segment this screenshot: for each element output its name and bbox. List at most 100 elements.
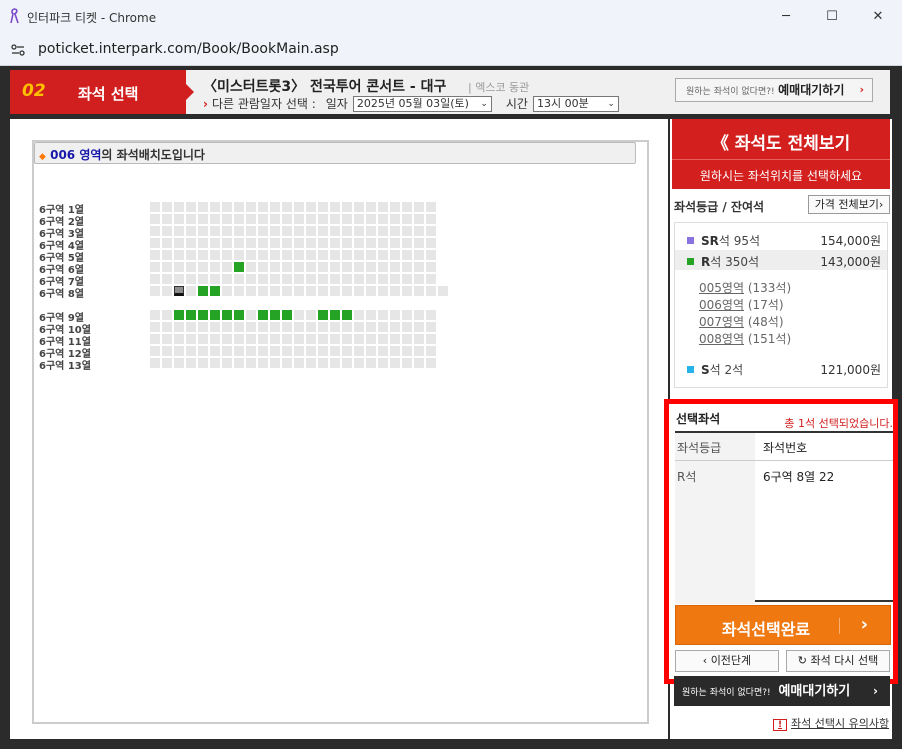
grade-name: R석 350석 [701, 253, 759, 270]
seat [222, 322, 232, 332]
divider [839, 618, 840, 634]
seat [414, 226, 424, 236]
seat [258, 250, 268, 260]
zone-title: ◆ 006 영역의 좌석배치도입니다 [39, 146, 205, 163]
seat [258, 334, 268, 344]
seat [246, 274, 256, 284]
waitlist-button-top[interactable]: 원하는 좌석이 없다면?! 예매대기하기 › [675, 78, 873, 102]
grade-row-r[interactable]: R석 350석 143,000원 [675, 250, 887, 270]
seat [354, 250, 364, 260]
grade-row-sr[interactable]: SR석 95석 154,000원 [675, 229, 887, 249]
seat [426, 346, 436, 356]
date-select[interactable]: 2025년 05월 03일(토) ⌄ [352, 95, 492, 112]
zone-link-006[interactable]: 006영역 (17석) [699, 296, 784, 313]
seat [234, 286, 244, 296]
seat [234, 346, 244, 356]
available-seat[interactable] [330, 310, 340, 320]
seat [210, 250, 220, 260]
full-seat-map-button[interactable]: 《 좌석도 전체보기 원하시는 좌석위치를 선택하세요 [672, 119, 890, 189]
seat [162, 358, 172, 368]
seat [246, 226, 256, 236]
waitlist-hint: 원하는 좌석이 없다면?! [682, 688, 771, 698]
seat [402, 274, 412, 284]
seat [270, 214, 280, 224]
seat [342, 214, 352, 224]
available-seat[interactable] [342, 310, 352, 320]
grade-letter: R [701, 255, 711, 269]
available-seat[interactable] [222, 310, 232, 320]
seat-notice-link[interactable]: ! 좌석 선택시 유의사항 [773, 715, 889, 731]
reselect-seat-button[interactable]: ↻ 좌석 다시 선택 [786, 650, 890, 672]
seat [402, 262, 412, 272]
grade-row-s[interactable]: S석 2석 121,000원 [675, 358, 887, 378]
chevron-right-icon: › [203, 96, 208, 111]
maximize-button[interactable]: ☐ [809, 0, 855, 33]
seat [162, 202, 172, 212]
seat [270, 358, 280, 368]
zone-link-008[interactable]: 008영역 (151석) [699, 330, 791, 347]
seat [390, 274, 400, 284]
seat [174, 322, 184, 332]
seat [246, 202, 256, 212]
window-titlebar: 인터파크 티켓 - Chrome ─ ☐ ✕ [0, 0, 902, 33]
seat [150, 286, 160, 296]
time-select[interactable]: 13시 00분 ⌄ [532, 95, 619, 112]
zone-link-005[interactable]: 005영역 (133석) [699, 279, 791, 296]
seat [330, 202, 340, 212]
window-title: 인터파크 티켓 - Chrome [27, 11, 157, 25]
minimize-button[interactable]: ─ [763, 0, 809, 33]
selected-seat[interactable] [174, 286, 184, 296]
seat [402, 238, 412, 248]
available-seat[interactable] [234, 262, 244, 272]
seat [246, 286, 256, 296]
available-seat[interactable] [198, 286, 208, 296]
seat [306, 274, 316, 284]
grade-name: S석 2석 [701, 361, 743, 378]
site-settings-icon[interactable] [10, 42, 26, 58]
seat [318, 226, 328, 236]
seat [150, 334, 160, 344]
full-map-subtitle: 원하시는 좌석위치를 선택하세요 [699, 169, 863, 183]
complete-selection-button[interactable]: 좌석선택완료 › [675, 605, 891, 645]
previous-step-button[interactable]: ‹ 이전단계 [675, 650, 779, 672]
seat [174, 346, 184, 356]
warning-icon: ! [773, 719, 787, 731]
available-seat[interactable] [210, 310, 220, 320]
seat [402, 202, 412, 212]
seat [402, 346, 412, 356]
seat [378, 310, 388, 320]
seat [222, 346, 232, 356]
seat [150, 346, 160, 356]
grade-remaining: 2석 [724, 363, 744, 377]
seat [234, 238, 244, 248]
seat [186, 202, 196, 212]
url-text[interactable]: poticket.interpark.com/Book/BookMain.asp [38, 41, 339, 57]
seat [198, 274, 208, 284]
available-seat[interactable] [210, 286, 220, 296]
seat [186, 322, 196, 332]
waitlist-button-bottom[interactable]: 원하는 좌석이 없다면?! 예매대기하기 › [674, 676, 890, 706]
available-seat[interactable] [282, 310, 292, 320]
seat [174, 238, 184, 248]
price-all-button[interactable]: 가격 전체보기› [808, 195, 890, 214]
seat [150, 214, 160, 224]
available-seat[interactable] [174, 310, 184, 320]
available-seat[interactable] [318, 310, 328, 320]
seat [222, 250, 232, 260]
seat [174, 358, 184, 368]
close-button[interactable]: ✕ [855, 0, 901, 33]
seat-map-frame: ◆ 006 영역의 좌석배치도입니다 6구역 1열 6구역 2열 6구역 3열 6구역… [32, 140, 649, 724]
available-seat[interactable] [198, 310, 208, 320]
seat [198, 262, 208, 272]
seat [258, 286, 268, 296]
available-seat[interactable] [258, 310, 268, 320]
seat [294, 274, 304, 284]
available-seat[interactable] [234, 310, 244, 320]
available-seat[interactable] [270, 310, 280, 320]
available-seat[interactable] [186, 310, 196, 320]
seat [354, 274, 364, 284]
zone-title-bar: ◆ 006 영역의 좌석배치도입니다 [34, 142, 636, 164]
seat [318, 334, 328, 344]
zone-link-007[interactable]: 007영역 (48석) [699, 313, 784, 330]
time-value: 13시 00분 [536, 96, 589, 110]
